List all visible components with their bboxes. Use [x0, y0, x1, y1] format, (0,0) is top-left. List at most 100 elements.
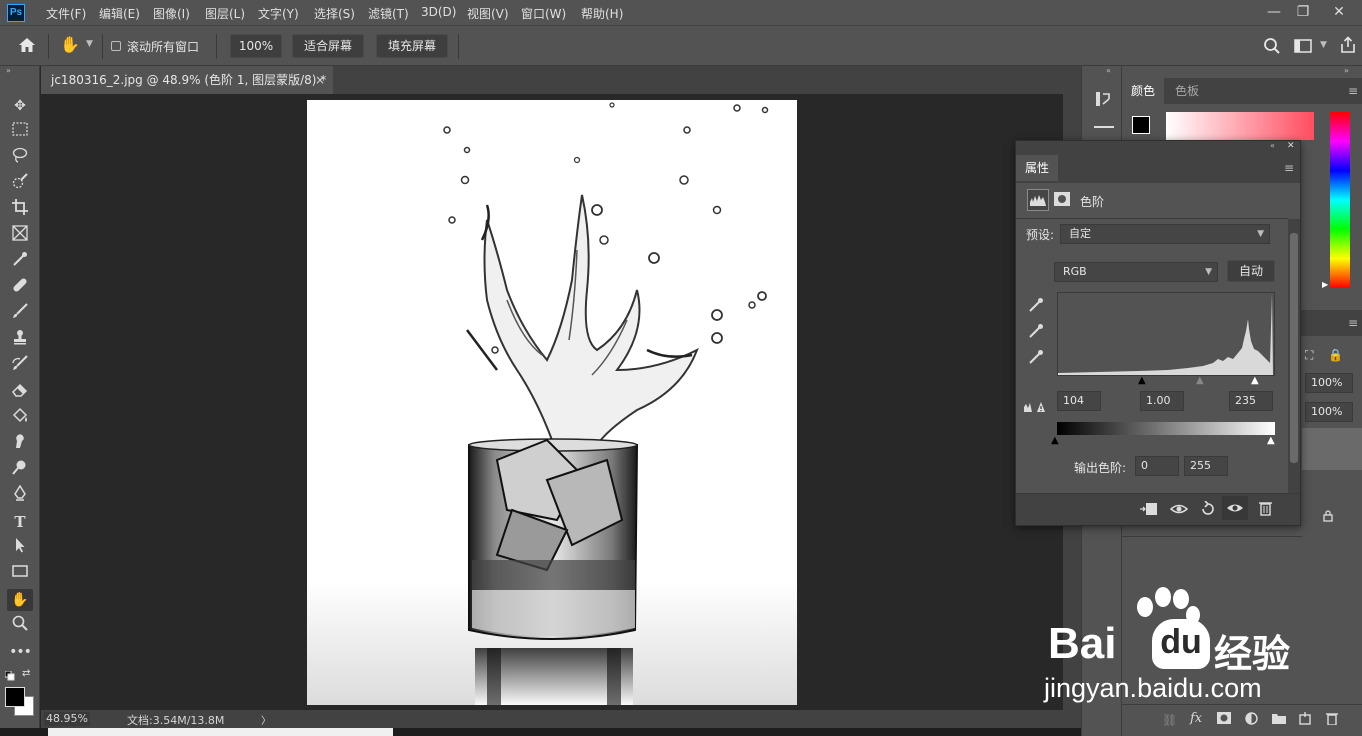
tab-swatches[interactable]: 色板: [1166, 78, 1208, 104]
opacity-field[interactable]: 100%: [1305, 373, 1353, 393]
zoom-tool-icon[interactable]: [7, 615, 33, 637]
adjustment-layer-icon[interactable]: [1245, 712, 1258, 728]
zoom-level-readout[interactable]: 48.95%: [44, 712, 90, 726]
output-white-slider[interactable]: ▲: [1267, 435, 1275, 446]
menu-edit[interactable]: 编辑(E): [99, 5, 140, 22]
close-properties-icon[interactable]: ✕: [1287, 141, 1295, 151]
selected-layer-row[interactable]: [1302, 428, 1362, 470]
input-white-slider[interactable]: ▲: [1251, 375, 1259, 386]
hue-slider-handle[interactable]: ▶: [1322, 280, 1328, 289]
menu-view[interactable]: 视图(V): [467, 5, 509, 22]
layer-style-icon[interactable]: fx: [1190, 711, 1202, 726]
smudge-tool-icon[interactable]: [7, 433, 33, 455]
link-layers-icon[interactable]: ⛓: [1162, 713, 1177, 727]
menu-file[interactable]: 文件(F): [46, 5, 86, 22]
share-icon[interactable]: [1339, 36, 1357, 57]
restore-button[interactable]: ❐: [1288, 2, 1318, 22]
collapse-dock-icon[interactable]: «: [1106, 66, 1111, 75]
document-tab[interactable]: jc180316_2.jpg @ 48.9% (色阶 1, 图层蒙版/8) * …: [41, 66, 333, 94]
scroll-all-checkbox[interactable]: [111, 41, 121, 51]
color-field[interactable]: [1166, 112, 1314, 140]
reset-icon[interactable]: [1200, 500, 1216, 520]
brush-tool-icon[interactable]: [7, 303, 33, 325]
view-previous-state-icon[interactable]: [1169, 502, 1189, 519]
layer-mask-icon[interactable]: [1054, 192, 1070, 209]
lasso-tool-icon[interactable]: [7, 147, 33, 169]
clipping-warning-icon[interactable]: [1024, 399, 1046, 416]
channel-dropdown[interactable]: RGB ▼: [1054, 262, 1218, 282]
crop-tool-icon[interactable]: [7, 199, 33, 221]
swap-colors-icon[interactable]: ⇄: [22, 668, 30, 679]
menu-type[interactable]: 文字(Y): [258, 5, 299, 22]
output-white-field[interactable]: 255: [1184, 456, 1228, 476]
properties-panel-titlebar[interactable]: « ✕: [1016, 141, 1300, 155]
chevron-down-icon[interactable]: ▼: [86, 39, 93, 49]
marquee-tool-icon[interactable]: [7, 121, 33, 143]
hand-tool-icon[interactable]: ✋: [7, 589, 33, 611]
menu-3d[interactable]: 3D(D): [421, 5, 456, 19]
more-tools-icon[interactable]: •••: [7, 641, 33, 663]
delete-adjustment-icon[interactable]: [1259, 501, 1272, 519]
document-image[interactable]: [307, 100, 797, 705]
fit-screen-button[interactable]: 适合屏幕: [292, 34, 364, 58]
input-black-field[interactable]: 104: [1057, 391, 1101, 411]
new-group-icon[interactable]: [1272, 712, 1286, 727]
pen-tool-icon[interactable]: [7, 484, 33, 507]
history-panel-icon[interactable]: [1094, 90, 1112, 111]
delete-layer-icon[interactable]: [1326, 712, 1338, 728]
color-panel-foreground-swatch[interactable]: [1132, 116, 1150, 134]
frame-tool-icon[interactable]: [7, 225, 33, 247]
search-icon[interactable]: [1263, 37, 1281, 58]
healing-brush-tool-icon[interactable]: [7, 277, 33, 299]
dodge-tool-icon[interactable]: [7, 459, 33, 481]
new-layer-icon[interactable]: [1299, 712, 1311, 728]
move-tool-icon[interactable]: ✥: [7, 95, 33, 117]
quick-selection-tool-icon[interactable]: [7, 173, 33, 195]
properties-menu-icon[interactable]: ≡: [1284, 161, 1294, 175]
input-black-slider[interactable]: ▲: [1138, 375, 1146, 386]
menu-layer[interactable]: 图层(L): [205, 5, 245, 22]
fill-field[interactable]: 100%: [1305, 402, 1353, 422]
foreground-color-swatch[interactable]: [5, 687, 25, 707]
color-panel-menu-icon[interactable]: ≡: [1348, 84, 1358, 98]
tab-color[interactable]: 颜色: [1122, 78, 1165, 104]
collapse-right-panel-icon[interactable]: »: [1344, 66, 1349, 75]
menu-select[interactable]: 选择(S): [314, 5, 355, 22]
path-selection-tool-icon[interactable]: [7, 537, 33, 559]
workspace-icon[interactable]: [1294, 38, 1312, 57]
layers-panel-menu-icon[interactable]: ≡: [1348, 316, 1358, 330]
properties-scrollbar[interactable]: [1288, 219, 1300, 493]
toggle-visibility-icon[interactable]: [1222, 496, 1248, 520]
collapse-properties-icon[interactable]: «: [1270, 141, 1275, 150]
add-mask-icon[interactable]: [1217, 712, 1231, 727]
input-gray-field[interactable]: 1.00: [1140, 391, 1184, 411]
type-tool-icon[interactable]: T: [7, 511, 33, 533]
history-brush-tool-icon[interactable]: [7, 355, 33, 377]
lock-position-icon[interactable]: 🔒: [1328, 348, 1343, 362]
input-white-field[interactable]: 235: [1229, 391, 1273, 411]
hue-slider[interactable]: [1330, 112, 1350, 288]
lock-artboard-icon[interactable]: ⛶: [1305, 348, 1313, 363]
close-window-button[interactable]: ✕: [1324, 2, 1354, 22]
fill-screen-button[interactable]: 填充屏幕: [376, 34, 448, 58]
paint-bucket-tool-icon[interactable]: [7, 407, 33, 429]
hand-tool-preset-icon[interactable]: ✋: [60, 35, 82, 57]
white-point-eyedropper-icon[interactable]: [1028, 349, 1044, 368]
menu-image[interactable]: 图像(I): [153, 5, 190, 22]
default-colors-icon[interactable]: [4, 670, 15, 684]
status-menu-arrow[interactable]: 〉: [261, 712, 271, 727]
preset-dropdown[interactable]: 自定 ▼: [1060, 224, 1270, 244]
menu-window[interactable]: 窗口(W): [521, 5, 566, 22]
tab-properties[interactable]: 属性: [1016, 155, 1059, 181]
levels-adjustment-icon[interactable]: [1027, 189, 1049, 211]
eraser-tool-icon[interactable]: [7, 381, 33, 403]
minimize-button[interactable]: —: [1259, 2, 1289, 22]
output-black-field[interactable]: 0: [1135, 456, 1179, 476]
close-tab-icon[interactable]: ×: [315, 66, 325, 94]
menu-help[interactable]: 帮助(H): [581, 5, 623, 22]
rectangle-tool-icon[interactable]: [7, 563, 33, 585]
clone-stamp-tool-icon[interactable]: [7, 329, 33, 351]
zoom-percent-button[interactable]: 100%: [230, 34, 282, 58]
output-black-slider[interactable]: ▲: [1051, 435, 1059, 446]
eyedropper-tool-icon[interactable]: [7, 251, 33, 273]
